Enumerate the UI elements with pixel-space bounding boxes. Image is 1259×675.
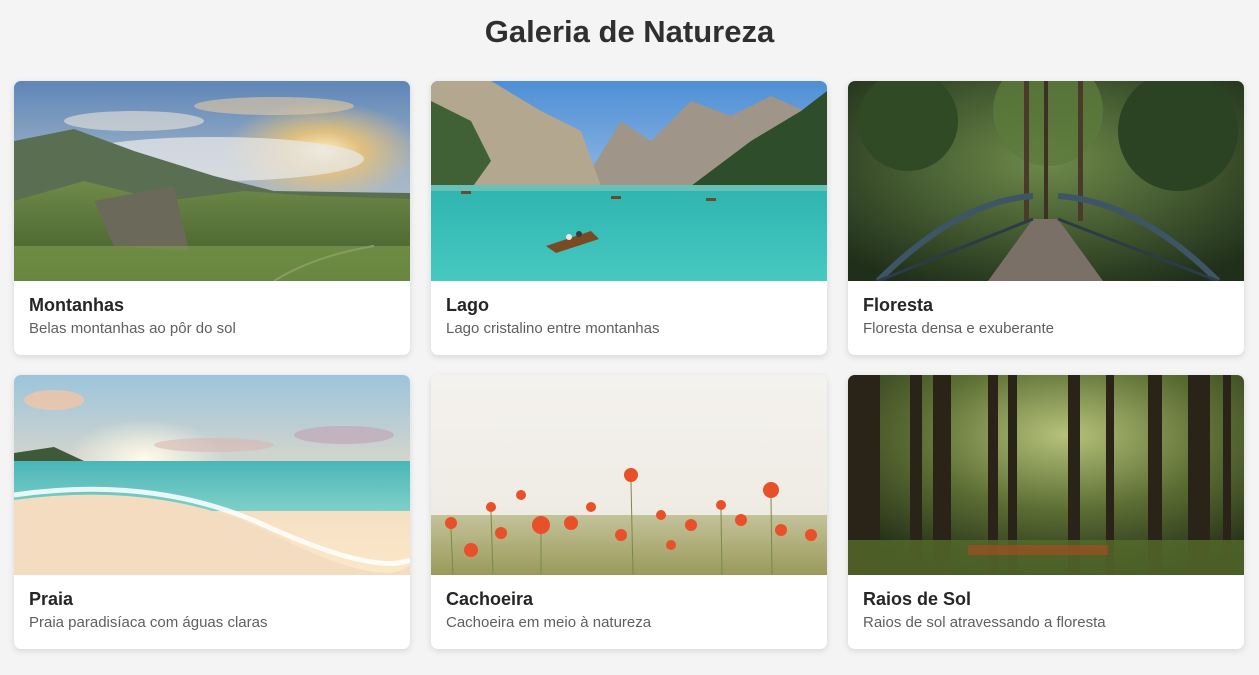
card-description: Floresta densa e exuberante (863, 320, 1054, 337)
card-description: Cachoeira em meio à natureza (446, 614, 652, 631)
card-title: Praia (29, 589, 74, 609)
gallery-card-cachoeira[interactable]: Cachoeira Cachoeira em meio à natureza (431, 375, 827, 649)
gallery-image-lake[interactable] (431, 81, 827, 281)
gallery-image-beach[interactable] (14, 375, 410, 575)
gallery-card-floresta[interactable]: Floresta Floresta densa e exuberante (848, 81, 1244, 355)
gallery-card-montanhas[interactable]: Montanhas Belas montanhas ao pôr do sol (14, 81, 410, 355)
gallery-image-sunlit-forest[interactable] (848, 375, 1244, 575)
card-description: Belas montanhas ao pôr do sol (29, 320, 236, 337)
gallery-image-forest-bridge[interactable] (848, 81, 1244, 281)
gallery-card-lago[interactable]: Lago Lago cristalino entre montanhas (431, 81, 827, 355)
gallery-image-poppy-field[interactable] (431, 375, 827, 575)
card-description: Lago cristalino entre montanhas (446, 320, 660, 337)
card-description: Praia paradisíaca com águas claras (29, 614, 268, 631)
card-title: Floresta (863, 295, 934, 315)
card-title: Montanhas (29, 295, 125, 315)
gallery-grid: Montanhas Belas montanhas ao pôr do sol (14, 81, 1244, 649)
card-title: Lago (446, 295, 489, 315)
card-title: Raios de Sol (863, 589, 972, 609)
page-title: Galeria de Natureza (484, 14, 775, 49)
gallery-card-raios-de-sol[interactable]: Raios de Sol Raios de sol atravessando a… (848, 375, 1244, 649)
gallery-card-praia[interactable]: Praia Praia paradisíaca com águas claras (14, 375, 410, 649)
card-title: Cachoeira (446, 589, 534, 609)
card-description: Raios de sol atravessando a floresta (863, 614, 1106, 631)
gallery-image-mountains[interactable] (14, 81, 410, 281)
